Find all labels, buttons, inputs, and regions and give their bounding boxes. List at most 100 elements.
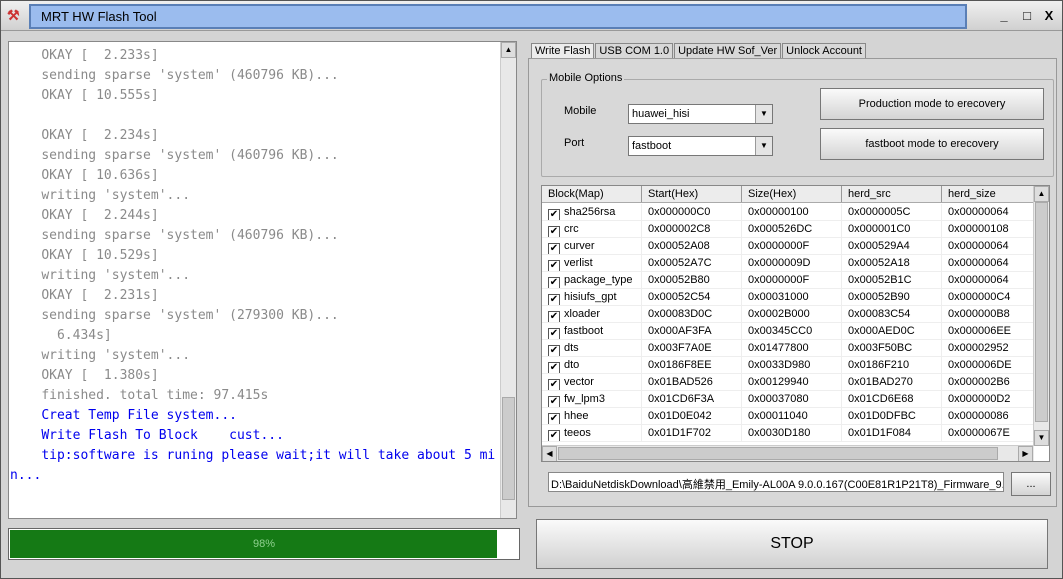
- checkbox-checked[interactable]: ✔: [548, 243, 560, 254]
- table-row[interactable]: ✔ teeos 0x01D1F702 0x0030D180 0x01D1F084 0x00…: [542, 425, 1034, 442]
- production-to-erecovery-button[interactable]: Production mode to erecovery: [820, 88, 1044, 120]
- cell-text: curver: [564, 240, 595, 252]
- cell-text: 0x000529A4: [848, 240, 910, 252]
- table-row[interactable]: ✔ crc 0x000002C8 0x000526DC 0x000001C0 0x0000…: [542, 221, 1034, 238]
- cell-text: 0x00000064: [948, 240, 1009, 252]
- hex-cell: 0x01D1F702: [642, 425, 742, 441]
- table-row[interactable]: ✔ fastboot 0x000AF3FA 0x00345CC0 0x000AED0C 0…: [542, 323, 1034, 340]
- checkbox-checked[interactable]: ✔: [548, 345, 560, 356]
- table-vscrollbar[interactable]: ▲ ▼: [1033, 186, 1049, 446]
- chevron-down-icon[interactable]: ▼: [755, 105, 772, 123]
- table-row[interactable]: ✔ xloader 0x00083D0C 0x0002B000 0x00083C54 0x…: [542, 306, 1034, 323]
- cell-text: 0x000002C8: [648, 223, 711, 235]
- mobile-options-group: Mobile Options Mobile huawei_hisi ▼ Port …: [541, 72, 1054, 177]
- block-cell: ✔ teeos: [542, 425, 642, 441]
- scroll-up-icon[interactable]: ▲: [1034, 186, 1049, 202]
- scroll-up-icon[interactable]: ▲: [501, 42, 516, 58]
- cell-text: hhee: [564, 410, 589, 422]
- stop-button[interactable]: STOP: [536, 519, 1048, 569]
- cell-text: 0x00052A7C: [648, 257, 712, 269]
- tab-update-hw[interactable]: Update HW Sof_Ver: [674, 43, 782, 59]
- scroll-right-icon[interactable]: ▶: [1018, 446, 1033, 461]
- cell-text: 0x000002B6: [948, 376, 1010, 388]
- port-select[interactable]: fastboot ▼: [628, 136, 773, 156]
- maximize-button[interactable]: □: [1019, 8, 1035, 24]
- hex-cell: 0x01BAD526: [642, 374, 742, 390]
- port-value: fastboot: [632, 140, 672, 152]
- checkbox-checked[interactable]: ✔: [548, 362, 560, 373]
- scroll-down-icon[interactable]: ▼: [1034, 430, 1049, 446]
- log-line: OKAY [ 10.555s]: [10, 88, 159, 103]
- checkbox-checked[interactable]: ✔: [548, 379, 560, 390]
- table-row[interactable]: ✔ dto 0x0186F8EE 0x0033D980 0x0186F210 0x0000…: [542, 357, 1034, 374]
- block-cell: ✔ sha256rsa: [542, 204, 642, 220]
- checkbox-checked[interactable]: ✔: [548, 209, 560, 220]
- table-row[interactable]: ✔ hisiufs_gpt 0x00052C54 0x00031000 0x00052B…: [542, 289, 1034, 306]
- hex-cell: 0x00000108: [942, 221, 1034, 237]
- log-line: writing 'system'...: [10, 188, 191, 203]
- col-block[interactable]: Block(Map): [542, 186, 642, 202]
- fastboot-to-erecovery-button[interactable]: fastboot mode to erecovery: [820, 128, 1044, 160]
- checkbox-checked[interactable]: ✔: [548, 396, 560, 407]
- cell-text: fastboot: [564, 325, 604, 337]
- partition-table: Block(Map) Start(Hex) Size(Hex) herd_src…: [541, 185, 1050, 462]
- table-row[interactable]: ✔ package_type 0x00052B80 0x0000000F 0x00052…: [542, 272, 1034, 289]
- checkbox-checked[interactable]: ✔: [548, 311, 560, 322]
- checkbox-checked[interactable]: ✔: [548, 413, 560, 424]
- table-row[interactable]: ✔ dts 0x003F7A0E 0x01477800 0x003F50BC 0x0000…: [542, 340, 1034, 357]
- cell-text: 0x0000000F: [748, 274, 810, 286]
- cell-text: 0x003F50BC: [848, 342, 913, 354]
- hex-cell: 0x0000005C: [842, 204, 942, 220]
- cell-text: 0x000006EE: [948, 325, 1011, 337]
- table-row[interactable]: ✔ curver 0x00052A08 0x0000000F 0x000529A4 0x0…: [542, 238, 1034, 255]
- scroll-left-icon[interactable]: ◀: [542, 446, 557, 461]
- cell-text: 0x003F7A0E: [648, 342, 712, 354]
- checkbox-checked[interactable]: ✔: [548, 226, 560, 237]
- table-row[interactable]: ✔ vector 0x01BAD526 0x00129940 0x01BAD270 0x0…: [542, 374, 1034, 391]
- scroll-thumb[interactable]: [1035, 202, 1048, 422]
- chevron-down-icon[interactable]: ▼: [755, 137, 772, 155]
- cell-text: dto: [564, 359, 580, 371]
- firmware-path-input[interactable]: D:\BaiduNetdiskDownload\高維禁用_Emily-AL00A…: [548, 472, 1004, 492]
- close-button[interactable]: X: [1041, 8, 1057, 24]
- hex-cell: 0x00000064: [942, 238, 1034, 254]
- table-row[interactable]: ✔ verlist 0x00052A7C 0x0000009D 0x00052A18 0x…: [542, 255, 1034, 272]
- cell-text: 0x00037080: [748, 393, 809, 405]
- cell-text: dts: [564, 342, 579, 354]
- tab-write-flash[interactable]: Write Flash: [531, 43, 595, 59]
- log-scrollbar[interactable]: ▲: [500, 42, 516, 518]
- scroll-thumb[interactable]: [502, 397, 515, 500]
- hex-cell: 0x00052B1C: [842, 272, 942, 288]
- checkbox-checked[interactable]: ✔: [548, 430, 560, 441]
- checkbox-checked[interactable]: ✔: [548, 294, 560, 305]
- checkbox-checked[interactable]: ✔: [548, 328, 560, 339]
- checkbox-checked[interactable]: ✔: [548, 260, 560, 271]
- tab-unlock-account[interactable]: Unlock Account: [782, 43, 866, 59]
- hex-cell: 0x0000009D: [742, 255, 842, 271]
- cell-text: package_type: [564, 274, 633, 286]
- table-hscrollbar[interactable]: ◀ ▶: [542, 445, 1034, 461]
- table-row[interactable]: ✔ fw_lpm3 0x01CD6F3A 0x00037080 0x01CD6E68 0x…: [542, 391, 1034, 408]
- block-cell: ✔ curver: [542, 238, 642, 254]
- table-row[interactable]: ✔ hhee 0x01D0E042 0x00011040 0x01D0DFBC 0x000…: [542, 408, 1034, 425]
- checkbox-checked[interactable]: ✔: [548, 277, 560, 288]
- table-row[interactable]: ✔ sha256rsa 0x000000C0 0x00000100 0x0000005C…: [542, 204, 1034, 221]
- minimize-button[interactable]: _: [996, 8, 1012, 24]
- cell-text: 0x0186F210: [848, 359, 910, 371]
- hex-cell: 0x0000000F: [742, 238, 842, 254]
- browse-button[interactable]: ...: [1011, 472, 1051, 496]
- col-start[interactable]: Start(Hex): [642, 186, 742, 202]
- log-line: writing 'system'...: [10, 268, 191, 283]
- log-output[interactable]: OKAY [ 2.233s] sending sparse 'system' (…: [8, 41, 517, 519]
- log-line: Write Flash To Block cust...: [10, 428, 284, 443]
- hex-cell: 0x00345CC0: [742, 323, 842, 339]
- col-herd-size[interactable]: herd_size: [942, 186, 1034, 202]
- mobile-select[interactable]: huawei_hisi ▼: [628, 104, 773, 124]
- hex-cell: 0x01CD6E68: [842, 391, 942, 407]
- tab-usb-com[interactable]: USB COM 1.0: [595, 43, 674, 59]
- hex-cell: 0x0033D980: [742, 357, 842, 373]
- hex-cell: 0x00011040: [742, 408, 842, 424]
- col-herd-src[interactable]: herd_src: [842, 186, 942, 202]
- col-size[interactable]: Size(Hex): [742, 186, 842, 202]
- hscroll-thumb[interactable]: [558, 447, 998, 460]
